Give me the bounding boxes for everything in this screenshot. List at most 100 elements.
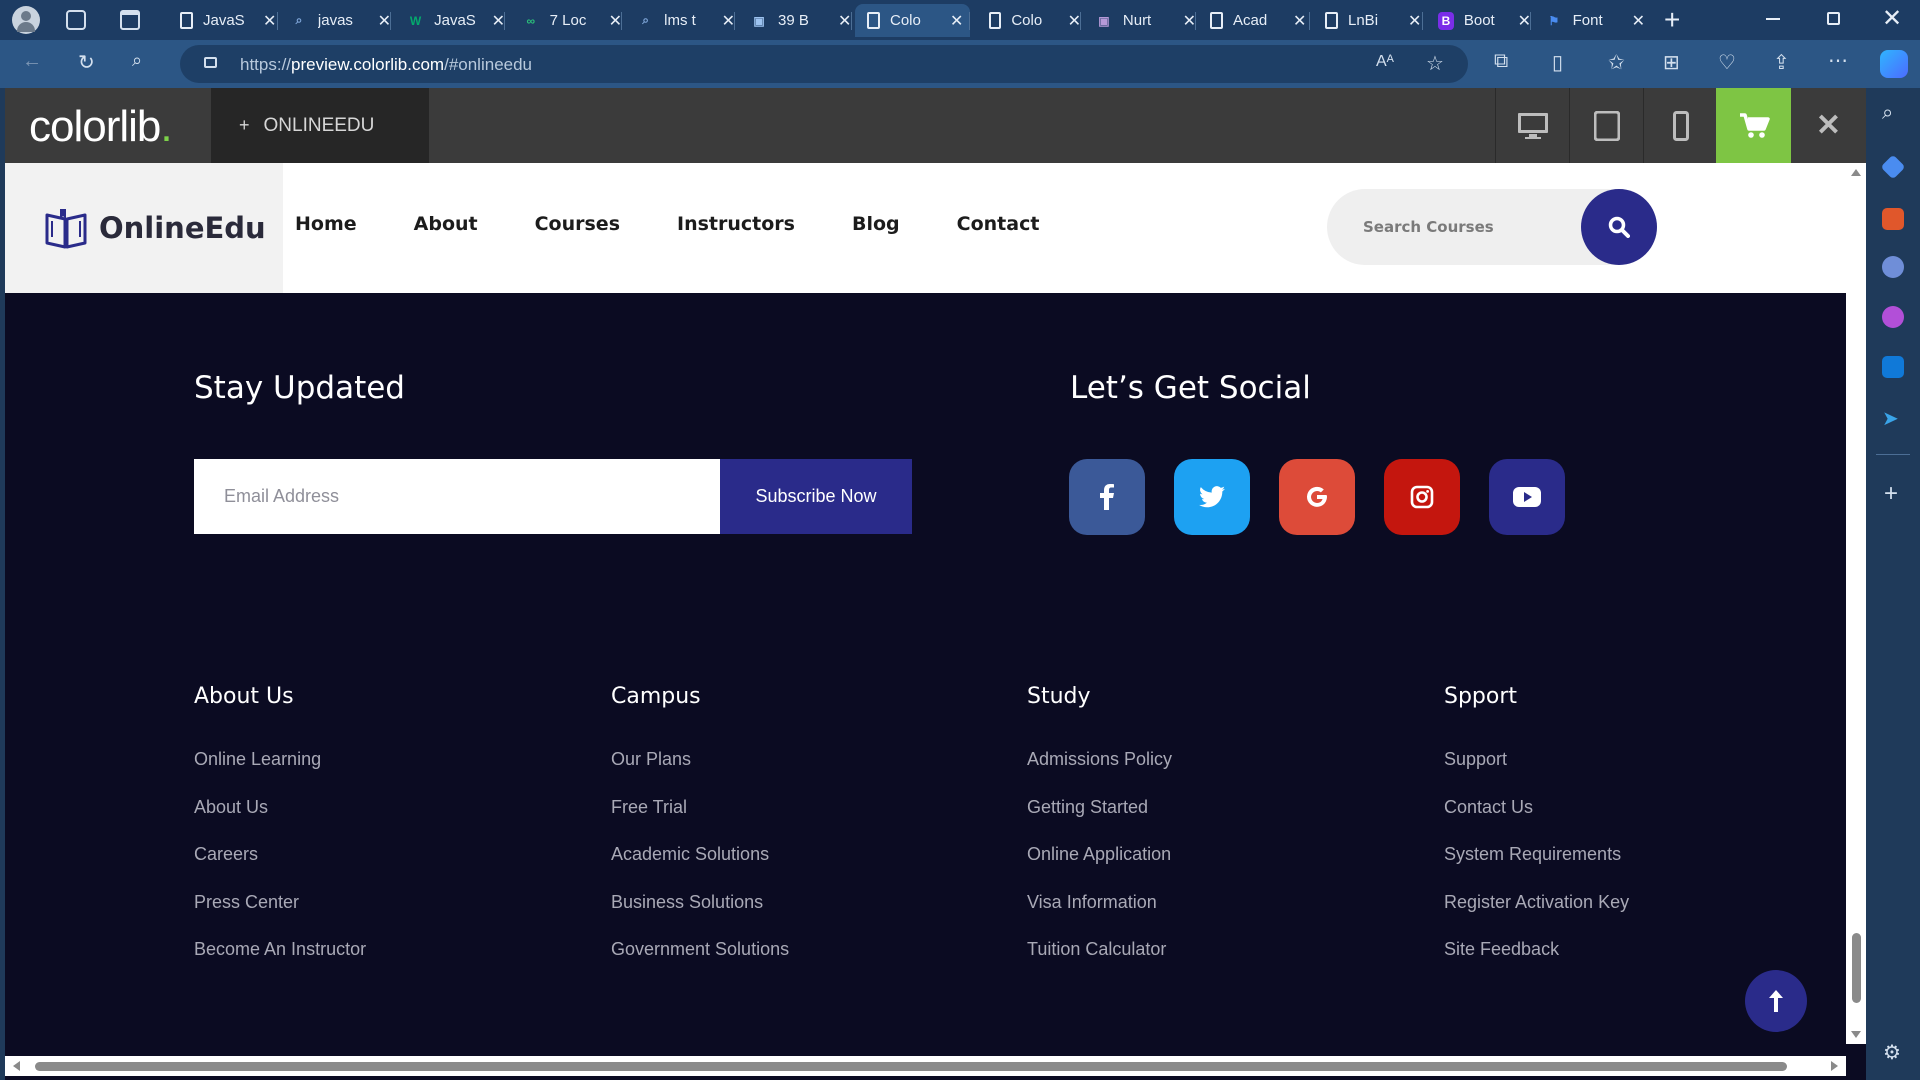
close-tab-icon[interactable]: ✕ [263,11,276,31]
browser-tab[interactable]: JavaS ✕ [168,4,278,37]
browser-tab[interactable]: ▣ Nurt ✕ [1083,4,1196,37]
nav-home[interactable]: Home [295,213,357,235]
footer-link[interactable]: Support [1444,749,1629,797]
footer-link[interactable]: Our Plans [611,749,789,797]
close-tab-icon[interactable]: ✕ [1183,11,1196,31]
twitter-button[interactable] [1174,459,1250,535]
new-tab-button[interactable]: + [1664,4,1680,36]
close-tab-icon[interactable]: ✕ [492,11,505,31]
workspaces-icon[interactable] [66,10,86,30]
footer-link[interactable]: Tuition Calculator [1027,939,1172,987]
horizontal-scroll-thumb[interactable] [35,1062,1787,1071]
copilot-icon[interactable] [1880,50,1908,78]
footer-link[interactable]: Academic Solutions [611,844,789,892]
browser-tab[interactable]: ⌕ lms t ✕ [625,4,735,37]
footer-link[interactable]: About Us [194,797,366,845]
close-tab-icon[interactable]: ✕ [722,11,735,31]
sidebar-add-icon[interactable]: + [1884,480,1898,508]
read-aloud-icon[interactable]: A͏ᴬ [1376,53,1394,71]
instagram-button[interactable] [1384,459,1460,535]
collections-icon[interactable]: ⊞ [1663,50,1680,75]
subscribe-now-button[interactable]: Subscribe Now [720,459,912,534]
footer-link[interactable]: Visa Information [1027,892,1172,940]
browser-tab[interactable]: Colo ✕ [855,4,970,37]
refresh-icon[interactable]: ↻ [78,50,95,75]
footer-link[interactable]: Contact Us [1444,797,1629,845]
back-to-top-button[interactable] [1745,970,1807,1032]
scroll-down-arrow[interactable] [1851,1031,1861,1038]
close-tab-icon[interactable]: ✕ [1068,11,1081,31]
nav-about[interactable]: About [414,213,478,235]
browser-tab[interactable]: Colo ✕ [977,4,1081,37]
extensions-icon[interactable]: ⧉ [1494,50,1508,73]
nav-blog[interactable]: Blog [852,213,900,235]
desktop-view-button[interactable] [1495,88,1569,163]
footer-link[interactable]: Careers [194,844,366,892]
close-tab-icon[interactable]: ✕ [1632,11,1645,31]
close-tab-icon[interactable]: ✕ [1293,11,1306,31]
footer-link[interactable]: Online Learning [194,749,366,797]
favorite-star-icon[interactable]: ☆ [1426,51,1444,76]
outlook-icon[interactable] [1882,356,1904,378]
close-window-button[interactable]: ✕ [1882,4,1902,33]
search-courses-input[interactable] [1363,189,1563,265]
close-tab-icon[interactable]: ✕ [1408,11,1421,31]
shopping-tag-icon[interactable] [1880,154,1906,180]
footer-link[interactable]: Press Center [194,892,366,940]
footer-link[interactable]: Register Activation Key [1444,892,1629,940]
demo-tab-onlineedu[interactable]: + ONLINEEDU [211,88,429,163]
close-tab-icon[interactable]: ✕ [1518,11,1531,31]
facebook-button[interactable] [1069,459,1145,535]
site-logo[interactable]: OnlineEdu [5,163,283,293]
colorlib-logo[interactable]: colorlib. [29,102,173,152]
footer-link[interactable]: Online Application [1027,844,1172,892]
search-button[interactable] [1581,189,1657,265]
mobile-view-button[interactable] [1643,88,1717,163]
games-icon[interactable] [1882,256,1904,278]
performance-icon[interactable]: ♡ [1718,50,1736,75]
footer-link[interactable]: Free Trial [611,797,789,845]
youtube-button[interactable] [1489,459,1565,535]
split-screen-icon[interactable]: ▯ [1552,50,1563,75]
nav-contact[interactable]: Contact [957,213,1040,235]
close-demo-icon[interactable]: ✕ [1791,88,1866,163]
more-menu-icon[interactable]: ⋯ [1828,48,1848,73]
browser-tab[interactable]: ▣ 39 B ✕ [738,4,852,37]
footer-link[interactable]: Become An Instructor [194,939,366,987]
footer-link[interactable]: Admissions Policy [1027,749,1172,797]
horizontal-scrollbar[interactable] [5,1056,1846,1076]
scroll-up-arrow[interactable] [1851,169,1861,176]
close-tab-icon[interactable]: ✕ [378,11,391,31]
vertical-scrollbar[interactable] [1846,163,1866,1044]
sidebar-search-icon[interactable]: ⌕ [1882,102,1893,125]
footer-link[interactable]: Site Feedback [1444,939,1629,987]
google-button[interactable] [1279,459,1355,535]
restore-button[interactable] [1827,12,1840,25]
close-tab-icon[interactable]: ✕ [609,11,622,31]
browser-tab[interactable]: ⌕ javas ✕ [278,4,391,37]
footer-link[interactable]: Getting Started [1027,797,1172,845]
close-tab-icon[interactable]: ✕ [838,11,851,31]
search-icon[interactable]: ⌕ [132,50,142,71]
footer-link[interactable]: System Requirements [1444,844,1629,892]
scroll-right-arrow[interactable] [1831,1061,1838,1071]
scroll-left-arrow[interactable] [13,1061,20,1071]
close-tab-icon[interactable]: ✕ [950,11,963,31]
nav-courses[interactable]: Courses [535,213,620,235]
microsoft365-icon[interactable] [1882,306,1904,328]
share-icon[interactable]: ⇪ [1773,50,1790,75]
browser-tab[interactable]: B Boot ✕ [1426,4,1531,37]
lock-icon[interactable] [204,57,217,68]
vertical-scroll-thumb[interactable] [1852,933,1861,1003]
nav-instructors[interactable]: Instructors [677,213,795,235]
email-address-input[interactable] [194,459,720,534]
sidebar-settings-icon[interactable]: ⚙ [1883,1040,1901,1065]
browser-tab[interactable]: ∞ 7 Loc ✕ [510,4,622,37]
tab-actions-icon[interactable] [120,10,140,30]
minimize-button[interactable] [1766,18,1780,20]
browser-tab[interactable]: W JavaS ✕ [395,4,505,37]
footer-link[interactable]: Government Solutions [611,939,789,987]
browser-tab[interactable]: ⚑ Font ✕ [1533,4,1645,37]
tablet-view-button[interactable] [1569,88,1643,163]
footer-link[interactable]: Business Solutions [611,892,789,940]
